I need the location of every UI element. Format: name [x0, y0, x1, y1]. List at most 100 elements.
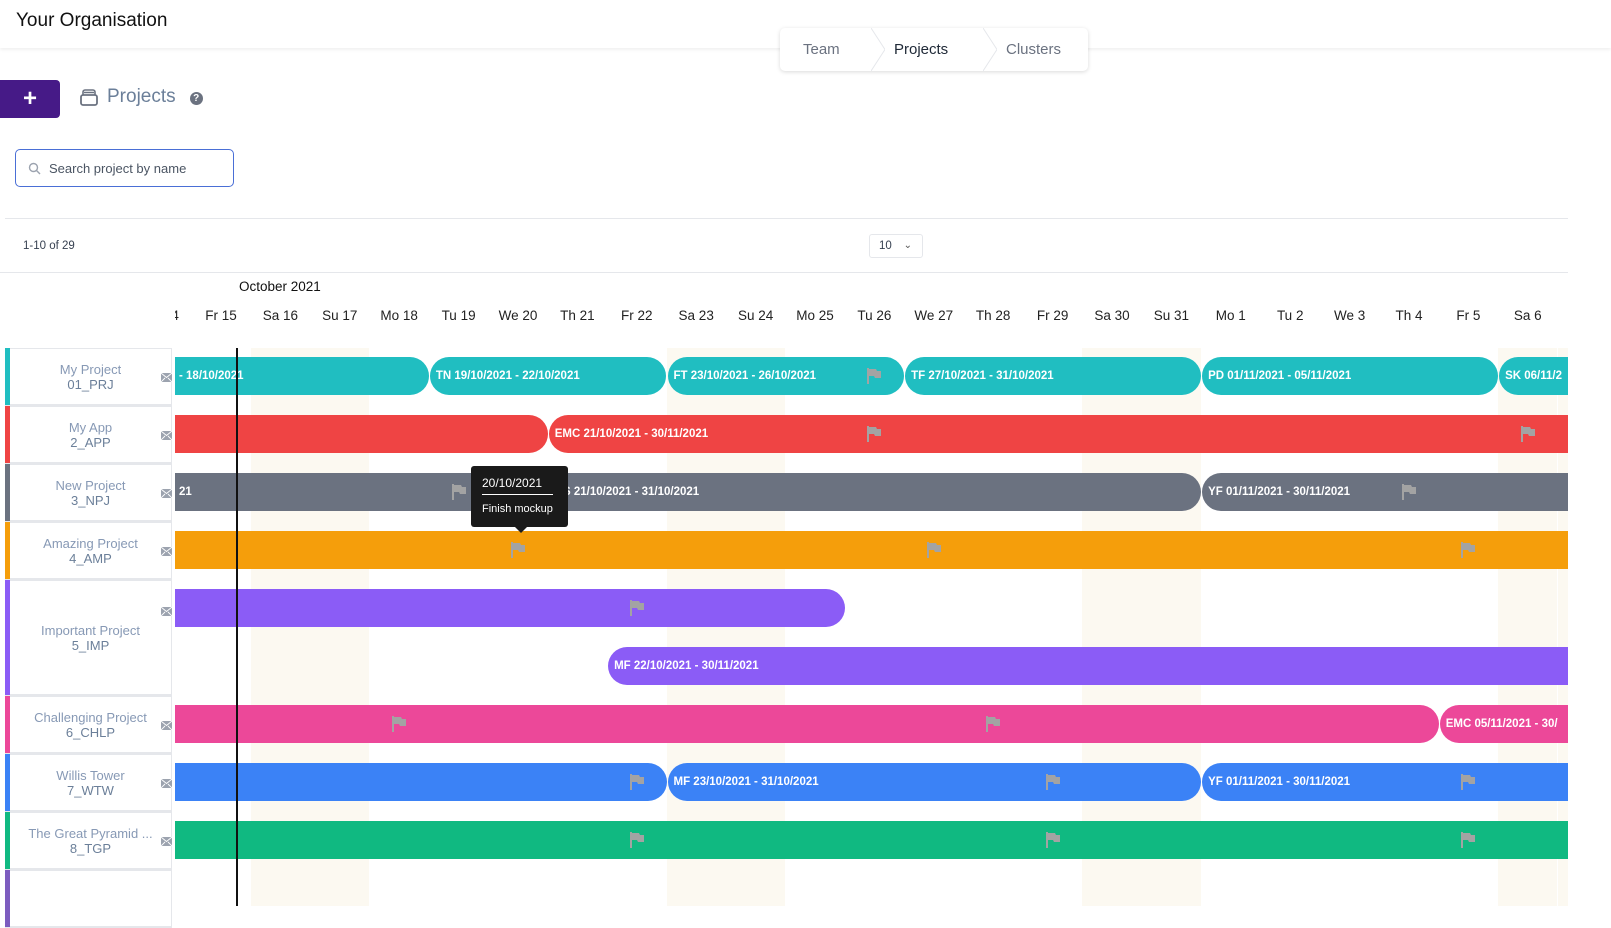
day-header: Th 14 Fr 15 Sa 16 Su 17 Mo 18 Tu 19 We 20 Th 21…	[175, 306, 1568, 328]
project-code: 7_WTW	[67, 782, 114, 798]
add-project-button[interactable]: +	[0, 80, 60, 118]
project-label: Amazing Project 4_AMP	[10, 522, 172, 579]
day-label: Mo 25	[796, 308, 834, 323]
envelope-icon[interactable]	[160, 543, 173, 557]
project-row[interactable]: Amazing Project 4_AMP	[5, 522, 173, 580]
day-label: Tu 2	[1276, 308, 1304, 323]
day-label: We 20	[498, 308, 538, 323]
day-label: Su 17	[322, 308, 358, 323]
task-bar[interactable]	[175, 415, 548, 453]
project-row[interactable]: Important Project 5_IMP	[5, 580, 173, 696]
project-row[interactable]: My Project 01_PRJ	[5, 348, 173, 406]
task-bar[interactable]: MF 23/10/2021 - 31/10/2021	[667, 763, 1202, 801]
flag-icon[interactable]	[1461, 832, 1476, 848]
envelope-icon[interactable]	[160, 485, 173, 499]
tooltip-date: 20/10/2021	[482, 476, 553, 495]
task-bar[interactable]: - 18/10/2021	[175, 357, 429, 395]
divider	[0, 272, 1568, 273]
task-bar[interactable]	[175, 763, 667, 801]
chevron-separator	[983, 28, 997, 71]
project-row[interactable]: The Great Pyramid ... 8_TGP	[5, 812, 173, 870]
day-label: Su 7	[1558, 308, 1569, 323]
month-label: October 2021	[239, 279, 321, 294]
page-title: Projects ?	[79, 86, 203, 108]
page-size-select[interactable]: 10 ⌄	[869, 234, 923, 258]
flag-icon[interactable]	[867, 368, 882, 384]
day-label: Sa 30	[1094, 308, 1130, 323]
flag-icon[interactable]	[1045, 774, 1060, 790]
flag-icon[interactable]	[1520, 426, 1535, 442]
flag-icon[interactable]	[1402, 484, 1416, 500]
task-label: EMC 21/10/2021 - 30/11/2021	[554, 428, 709, 440]
section-tabs: Team Projects Clusters	[780, 28, 1088, 71]
flag-icon[interactable]	[629, 832, 644, 848]
task-label: FT 23/10/2021 - 26/10/2021	[673, 370, 817, 382]
flag-icon[interactable]	[451, 484, 466, 500]
project-code: 4_AMP	[69, 550, 112, 566]
task-bar[interactable]: TN 19/10/2021 - 22/10/2021	[429, 357, 667, 395]
task-bar[interactable]: SK 06/11/2	[1499, 357, 1568, 395]
task-bar[interactable]	[175, 705, 1439, 743]
day-label: We 3	[1333, 308, 1366, 323]
search-input[interactable]	[49, 160, 219, 176]
envelope-icon[interactable]	[160, 775, 173, 789]
project-name: My App	[68, 419, 113, 435]
help-icon[interactable]: ?	[189, 92, 203, 105]
task-bar[interactable]: PD 01/11/2021 - 05/11/2021	[1202, 357, 1499, 395]
task-bar[interactable]: EMC 21/10/2021 - 30/11/2021	[548, 415, 1568, 453]
task-label: YF 01/11/2021 - 30/11/2021	[1208, 486, 1351, 498]
flag-icon[interactable]	[629, 774, 644, 790]
task-label: TF 27/10/2021 - 31/10/2021	[911, 370, 1054, 382]
flag-icon[interactable]	[392, 716, 407, 732]
task-bar[interactable]	[175, 589, 845, 627]
project-name: Amazing Project	[43, 535, 138, 551]
day-label: Fr 22	[621, 308, 653, 323]
day-label: Sa 23	[678, 308, 714, 323]
project-label	[10, 870, 172, 927]
project-row[interactable]: Willis Tower 7_WTW	[5, 754, 173, 812]
task-bar[interactable]	[175, 531, 1568, 569]
day-label: We 27	[914, 308, 954, 323]
divider	[5, 218, 1568, 219]
envelope-icon[interactable]	[160, 427, 173, 441]
tab-clusters[interactable]: Clusters	[983, 28, 1088, 71]
flag-icon[interactable]	[986, 716, 1001, 732]
page-size-value: 10	[879, 240, 892, 252]
day-label: Fr 5	[1456, 308, 1481, 323]
envelope-icon[interactable]	[160, 833, 173, 847]
project-code: 6_CHLP	[65, 724, 116, 740]
tab-projects[interactable]: Projects	[871, 28, 997, 71]
flag-icon[interactable]	[511, 542, 525, 558]
task-bar[interactable]: TF 27/10/2021 - 31/10/2021	[905, 357, 1202, 395]
flag-icon[interactable]	[1045, 832, 1060, 848]
task-bar[interactable]: BS 21/10/2021 - 31/10/2021	[548, 473, 1202, 511]
project-row[interactable]: Challenging Project 6_CHLP	[5, 696, 173, 754]
project-row[interactable]: New Project 3_NPJ	[5, 464, 173, 522]
flag-icon[interactable]	[867, 426, 882, 442]
envelope-icon[interactable]	[160, 603, 173, 617]
flag-icon[interactable]	[926, 542, 941, 558]
project-row[interactable]	[5, 870, 172, 928]
tab-team[interactable]: Team	[780, 28, 885, 71]
search-icon	[28, 162, 41, 174]
task-bar[interactable]: YF 01/11/2021 - 30/11/2021	[1202, 763, 1568, 801]
project-name: My Project	[59, 361, 122, 377]
day-label: Th 28	[975, 308, 1011, 323]
flag-icon[interactable]	[1461, 542, 1476, 558]
envelope-icon[interactable]	[160, 717, 173, 731]
task-bar[interactable]: MF 22/10/2021 - 30/11/2021	[608, 647, 1568, 685]
tab-label: Clusters	[1006, 41, 1062, 58]
project-row[interactable]: My App 2_APP	[5, 406, 173, 464]
task-label: TN 19/10/2021 - 22/10/2021	[435, 370, 580, 382]
task-bar[interactable]: YF 01/11/2021 - 30/11/2021	[1202, 473, 1568, 511]
flag-icon[interactable]	[629, 600, 644, 616]
flag-icon[interactable]	[1461, 774, 1476, 790]
task-bar[interactable]: EMC 05/11/2021 - 30/	[1439, 705, 1568, 743]
tab-label: Team	[803, 41, 840, 58]
envelope-icon[interactable]	[160, 369, 173, 383]
day-label: Th 4	[1395, 308, 1423, 323]
project-label: My Project 01_PRJ	[10, 348, 172, 405]
chevron-separator	[871, 28, 885, 71]
project-name: The Great Pyramid ...	[28, 825, 153, 841]
task-bar[interactable]	[175, 821, 1568, 859]
